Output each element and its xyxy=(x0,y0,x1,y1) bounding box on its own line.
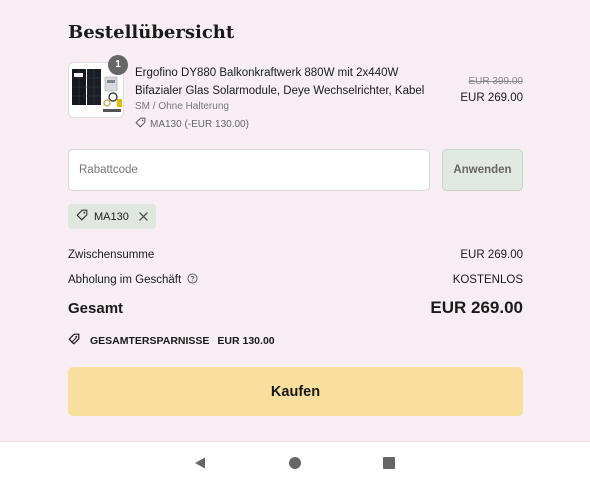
apply-button[interactable]: Anwenden xyxy=(442,149,523,191)
applied-discount-code: MA130 xyxy=(94,210,129,223)
quantity-badge: 1 xyxy=(108,55,128,75)
total-row: Gesamt EUR 269.00 xyxy=(68,298,523,318)
applied-discount-chip: MA130 xyxy=(68,204,156,229)
back-icon[interactable] xyxy=(193,456,207,470)
pickup-value: KOSTENLOS xyxy=(452,274,523,286)
pickup-label: Abholung im Geschäft xyxy=(68,274,182,286)
product-price: EUR 269.00 xyxy=(460,92,523,104)
product-name: Ergofino DY880 Balkonkraftwerk 880W mit … xyxy=(135,67,425,97)
system-navigation-bar xyxy=(0,441,590,483)
tag-icon xyxy=(76,209,88,224)
savings-value: EUR 130.00 xyxy=(217,334,275,347)
product-variant: SM / Ohne Halterung xyxy=(135,101,229,112)
savings-label: GESAMTERSPARNISSE xyxy=(90,334,210,347)
subtotal-label: Zwischensumme xyxy=(68,249,155,261)
order-summary-page: Bestellübersicht 1 Ergofino DY880 Balkon… xyxy=(0,0,590,440)
home-icon[interactable] xyxy=(288,456,302,470)
subtotal-row: Zwischensumme EUR 269.00 xyxy=(68,249,523,261)
total-savings: GESAMTERSPARNISSE EUR 130.00 xyxy=(68,333,275,348)
remove-discount-icon[interactable] xyxy=(139,212,148,221)
pickup-row: Abholung im Geschäft KOSTENLOS xyxy=(68,273,523,287)
product-discount-label: MA130 (-EUR 130.00) xyxy=(150,118,249,130)
original-price: EUR 399.00 xyxy=(468,76,523,87)
tag-icon xyxy=(68,333,82,348)
product-line-item: 1 Ergofino DY880 Balkonkraftwerk 880W mi… xyxy=(68,55,523,132)
pickup-label-group: Abholung im Geschäft xyxy=(68,273,198,287)
total-value: EUR 269.00 xyxy=(430,298,523,317)
total-label: Gesamt xyxy=(68,299,124,317)
product-discount: MA130 (-EUR 130.00) xyxy=(135,117,249,131)
page-title: Bestellübersicht xyxy=(68,22,235,43)
discount-code-input[interactable] xyxy=(68,149,430,191)
tag-icon xyxy=(135,117,146,131)
recents-icon[interactable] xyxy=(382,456,396,470)
subtotal-value: EUR 269.00 xyxy=(460,249,523,261)
help-icon[interactable] xyxy=(187,273,198,287)
buy-button[interactable]: Kaufen xyxy=(68,367,523,416)
